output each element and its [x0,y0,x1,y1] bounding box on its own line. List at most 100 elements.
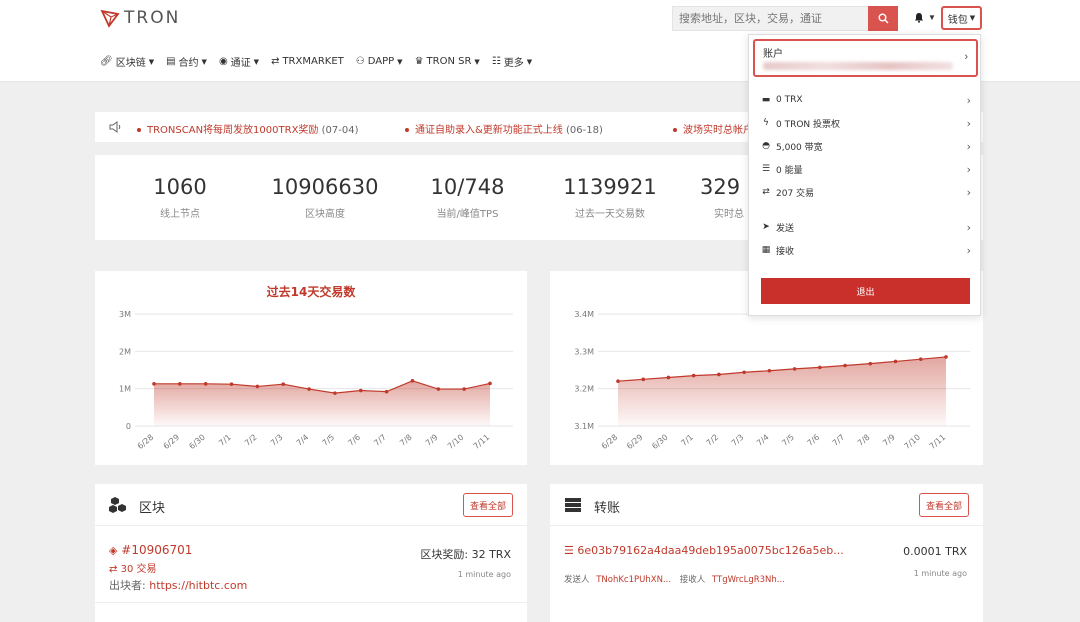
x-tick-label: 7/2 [243,433,259,448]
coins-icon: ◉ [218,56,228,67]
dropdown-item-label: 0 TRX [776,95,803,105]
account-address-redacted [763,62,953,70]
wallet-icon: ▬ [761,95,771,105]
x-tick-label: 6/28 [136,433,156,451]
nav-item-contracts[interactable]: ▤ 合约 ▼ [166,54,207,69]
crown-icon: ♛ [414,56,424,67]
list-icon: ☰ [564,544,574,557]
dropdown-item-transactions[interactable]: ⇄ 207 交易 › [761,183,971,201]
dropdown-item-trx[interactable]: ▬ 0 TRX › [761,91,971,109]
logout-button[interactable]: 退出 [761,278,970,304]
divider [95,602,527,603]
data-point [893,359,898,364]
nav-item-tron-sr[interactable]: ♛ TRON SR ▼ [415,54,480,69]
dropdown-item-votes[interactable]: ϟ 0 TRON 投票权 › [761,114,971,132]
tx-count: 30 交易 [120,564,157,575]
series-area [618,356,946,426]
block-tx-count[interactable]: ⇄ 30 交易 [109,560,156,575]
view-all-transfers-button[interactable]: 查看全部 [919,493,969,517]
y-tick-label: 3.3M [574,347,594,356]
data-point [717,372,721,377]
wallet-dropdown: 账户 › ▬ 0 TRX › ϟ 0 TRON 投票权 › ◓ 5,000 带宽… [748,34,981,316]
bullet-icon [673,128,677,132]
exchange-icon: ⇄ [109,564,118,575]
nav-label: 合约 [178,58,199,69]
search-input[interactable] [673,7,869,30]
data-point [436,387,441,391]
producer-label: 出块者: [109,579,146,592]
data-point [641,377,646,382]
data-point [229,382,234,386]
data-point [691,373,696,378]
account-title: 账户 [763,49,783,60]
transfer-amount: 0.0001 TRX [903,545,967,558]
x-tick-label: 6/29 [625,433,645,451]
x-tick-label: 7/7 [831,433,847,448]
x-tick-label: 6/29 [162,433,182,451]
block-number: #10906701 [121,543,193,557]
nav-item-more[interactable]: ☷ 更多 ▼ [492,54,532,69]
notice-item[interactable]: 通证自助录入&更新功能正式上线 (06-18) [405,121,603,136]
data-point [488,381,492,386]
nav-label: TRXMARKET [282,56,344,67]
nav-item-blockchain[interactable]: 🔗︎ 区块链 ▼ [100,54,154,69]
nav-item-tokens[interactable]: ◉ 通证 ▼ [219,54,259,69]
search-button[interactable] [868,6,898,31]
transfers-panel: 转账 查看全部 ☰ 6e03b79162a4daa49deb195a0075bc… [550,484,983,622]
y-tick-label: 2M [119,347,131,356]
nav-item-trxmarket[interactable]: ⇄ TRXMARKET [271,54,344,69]
x-tick-label: 7/4 [755,433,771,448]
chevron-right-icon: › [966,185,971,199]
dropdown-item-energy[interactable]: ☰ 0 能量 › [761,160,971,178]
energy-icon: ☰ [761,164,771,174]
x-tick-label: 6/30 [187,433,207,451]
tron-logo[interactable]: TRON [100,8,180,28]
from-address[interactable]: TNohKc1PUhXN... [596,575,671,585]
cubes-icon [109,497,126,513]
data-point [178,382,182,386]
chevron-down-icon: ▼ [148,57,155,66]
dropdown-item-bandwidth[interactable]: ◓ 5,000 带宽 › [761,137,971,155]
exchange-icon: ⇄ [762,187,770,197]
dropdown-item-label: 接收 [776,246,795,257]
notice-item[interactable]: TRONSCAN将每周发放1000TRX奖励 (07-04) [137,121,358,136]
send-icon: ➤ [762,222,770,232]
producer-link[interactable]: https://hitbtc.com [149,579,247,592]
qrcode-icon: ▦ [761,245,771,255]
x-tick-label: 7/11 [472,433,492,451]
view-all-blocks-button[interactable]: 查看全部 [463,493,513,517]
data-point [384,389,389,394]
nav-item-dapp[interactable]: ⚇ DAPP ▼ [356,54,403,69]
from-label: 发送人 [564,575,590,585]
notice-date: (07-04) [321,125,359,136]
stat-tps[interactable]: 10/748 当前/峰值TPS [415,175,520,220]
stat-label: 当前/峰值TPS [436,209,499,220]
notifications-button[interactable]: ▼ [914,12,936,23]
data-point [616,379,620,383]
data-point [818,365,822,370]
wallet-button[interactable]: 钱包 ▼ [941,6,982,30]
stat-online-nodes[interactable]: 1060 线上节点 [135,175,225,220]
x-tick-label: 6/30 [650,433,670,451]
block-number-link[interactable]: ◈ #10906701 [109,543,192,557]
list-icon: ☷ [491,56,501,67]
y-tick-label: 3.2M [574,385,594,394]
y-tick-label: 1M [119,385,131,394]
x-tick-label: 7/5 [321,433,337,448]
data-point [462,387,466,391]
dropdown-item-receive[interactable]: ▦ 接收 › [761,241,971,259]
stat-daily-tx[interactable]: 1139921 过去一天交易数 [550,175,670,220]
data-point [843,363,847,368]
logo-text: TRON [124,8,181,28]
notice-item[interactable]: 波场实时总帐户 [673,121,753,136]
notice-text: 通证自助录入&更新功能正式上线 [415,125,563,136]
dropdown-item-send[interactable]: ➤ 发送 › [761,218,971,236]
y-tick-label: 3.4M [574,310,594,319]
to-address[interactable]: TTgWrcLgR3Nh... [712,575,785,585]
stat-block-height[interactable]: 10906630 区块高度 [255,175,395,220]
transfer-hash-link[interactable]: ☰ 6e03b79162a4daa49deb195a0075bc126a5eb.… [564,544,844,557]
account-item[interactable]: 账户 › [753,39,978,77]
chevron-right-icon: › [966,93,971,107]
tron-logo-icon [100,9,120,28]
chevron-down-icon: ▼ [397,57,403,66]
